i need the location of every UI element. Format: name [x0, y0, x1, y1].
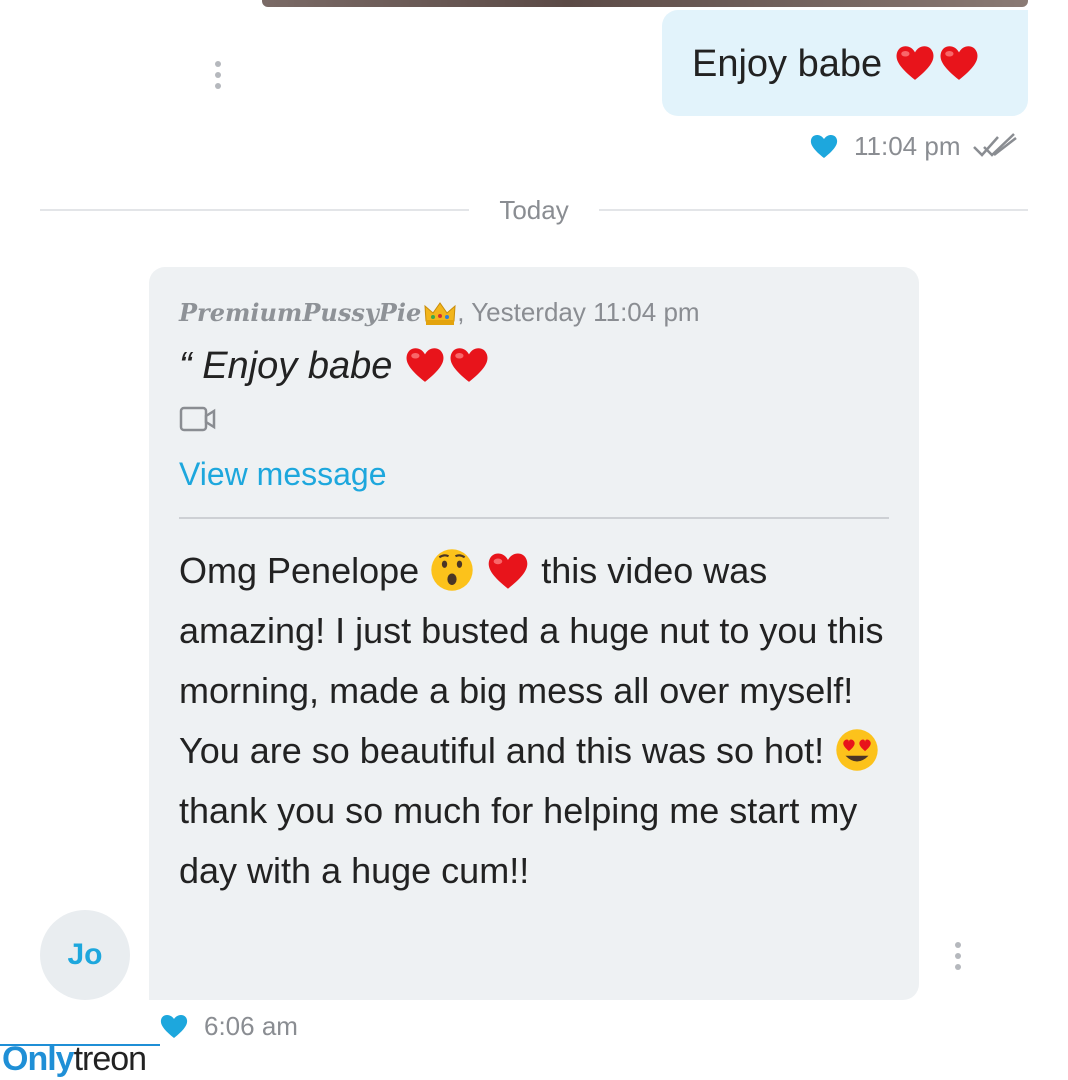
double-check-icon	[973, 133, 1018, 157]
received-message-bubble[interactable]: PremiumPussyPie , Yesterday 11:04 pm “ E…	[149, 267, 919, 1000]
watermark-part-a: Only	[2, 1040, 75, 1078]
date-divider: Today	[40, 190, 1029, 230]
red-heart-emoji-icon	[488, 553, 528, 589]
message-text-part-3: thank you so much for helping me start m…	[179, 790, 858, 891]
sent-message-options-icon[interactable]	[215, 61, 221, 89]
like-heart-icon[interactable]	[808, 130, 840, 162]
crown-emoji-icon	[424, 301, 456, 325]
quoted-message-text-row: “ Enjoy babe	[179, 342, 889, 388]
quoted-message-text: “ Enjoy babe	[179, 345, 393, 387]
date-divider-label: Today	[499, 194, 569, 225]
received-message-text: Omg Penelope this video was amazing! I j…	[179, 541, 891, 901]
divider-line	[598, 209, 1029, 211]
heart-eyes-emoji-icon	[836, 729, 878, 771]
watermark: Onlytreon	[2, 1040, 147, 1080]
watermark-part-b: treon	[73, 1040, 147, 1078]
sent-message-text: Enjoy babe	[692, 43, 883, 85]
quote-divider	[179, 517, 889, 519]
quoted-message-author: PremiumPussyPie	[179, 298, 422, 327]
avatar[interactable]: Jo	[40, 910, 130, 1000]
received-message-time: 6:06 am	[204, 1010, 298, 1041]
red-heart-emoji-icon	[450, 348, 488, 382]
red-heart-emoji-icon	[406, 348, 444, 382]
received-message-options-icon[interactable]	[955, 942, 961, 970]
sent-message-time: 11:04 pm	[854, 130, 961, 161]
red-heart-emoji-icon	[896, 46, 934, 80]
quoted-message-timestamp: , Yesterday 11:04 pm	[457, 297, 700, 327]
message-text-part-1: Omg Penelope	[179, 550, 420, 591]
sent-message-bubble[interactable]: Enjoy babe	[662, 10, 1028, 116]
view-message-link[interactable]: View message	[179, 456, 387, 493]
astonished-face-emoji-icon	[431, 549, 473, 591]
quoted-message-header: PremiumPussyPie , Yesterday 11:04 pm	[179, 297, 889, 328]
sent-message-meta: 11:04 pm	[808, 130, 1018, 162]
red-heart-emoji-icon	[940, 46, 978, 80]
avatar-initials: Jo	[67, 938, 103, 971]
received-message-meta: 6:06 am	[158, 1010, 298, 1042]
video-icon	[179, 406, 216, 432]
divider-line	[40, 209, 470, 211]
like-heart-icon[interactable]	[158, 1010, 190, 1042]
previous-media-preview[interactable]	[262, 0, 1028, 7]
